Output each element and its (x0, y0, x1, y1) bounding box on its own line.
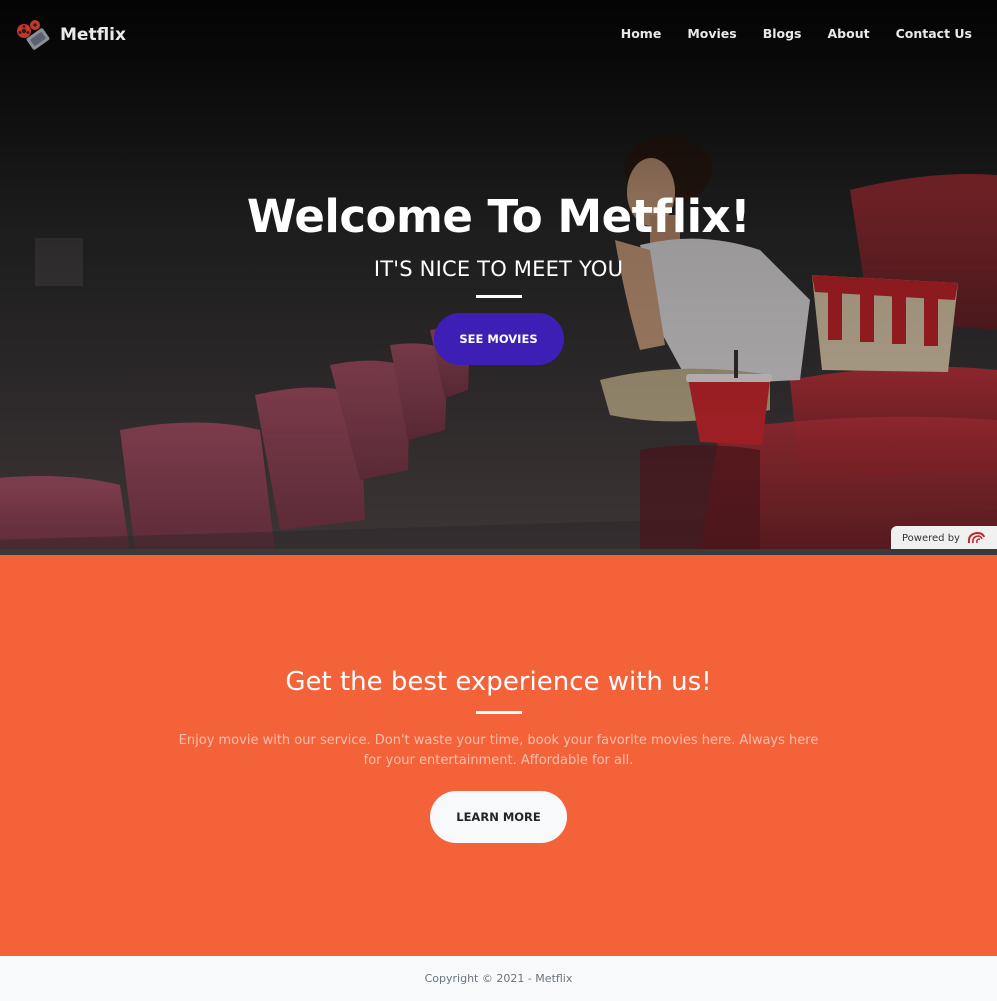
hero-subtitle: IT'S NICE TO MEET YOU (373, 257, 624, 281)
about-divider (475, 711, 522, 714)
about-text: Enjoy movie with our service. Don't wast… (178, 733, 819, 768)
learn-more-button[interactable]: LEARN MORE (430, 791, 567, 843)
navbar: Metflix Home Movies Blogs About Contact … (0, 0, 997, 70)
hero-section: Metflix Home Movies Blogs About Contact … (0, 0, 997, 551)
hero-content: Welcome To Metflix! IT'S NICE TO MEET YO… (0, 190, 997, 365)
about-section: Get the best experience with us! Enjoy m… (0, 555, 997, 956)
powered-by-badge[interactable]: Powered by (891, 526, 997, 550)
nav-menu: Home Movies Blogs About Contact Us (608, 26, 985, 41)
brand[interactable]: Metflix (16, 18, 126, 52)
nav-link-contact-us[interactable]: Contact Us (883, 26, 985, 41)
swirl-logo-icon (967, 531, 985, 544)
brand-name: Metflix (60, 25, 126, 45)
film-reel-icon (17, 20, 50, 50)
powered-by-text: Powered by (902, 532, 960, 544)
nav-link-blogs[interactable]: Blogs (750, 26, 815, 41)
hero-divider (475, 295, 522, 298)
nav-link-movies[interactable]: Movies (674, 26, 749, 41)
nav-link-about[interactable]: About (815, 26, 883, 41)
copyright-text: Copyright © 2021 - Metflix (424, 972, 573, 985)
about-title: Get the best experience with us! (285, 667, 712, 697)
footer: Copyright © 2021 - Metflix (0, 956, 997, 997)
hero-title: Welcome To Metflix! (246, 190, 751, 243)
see-movies-button[interactable]: SEE MOVIES (433, 313, 564, 365)
nav-link-home[interactable]: Home (608, 26, 675, 41)
